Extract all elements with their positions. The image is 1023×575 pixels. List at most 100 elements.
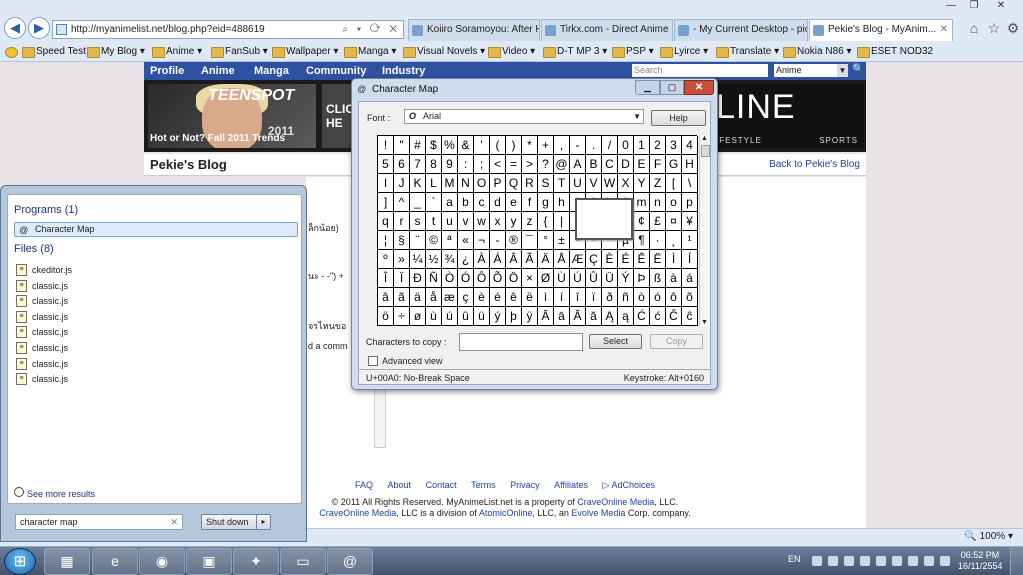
favorites-add-icon[interactable] bbox=[5, 44, 19, 60]
footer-adchoices-link[interactable]: ▷ AdChoices bbox=[603, 480, 655, 490]
fav-speed-test[interactable]: Speed Test bbox=[22, 44, 86, 60]
character-cell[interactable]: á bbox=[682, 269, 698, 288]
tray-app-icon[interactable] bbox=[908, 556, 918, 566]
character-cell[interactable]: / bbox=[602, 136, 618, 155]
character-cell[interactable]: í bbox=[554, 288, 570, 307]
character-cell[interactable]: ¶ bbox=[634, 231, 650, 250]
address-bar-buttons[interactable]: ⌕ ▾ ⟳ ✕ bbox=[343, 21, 400, 38]
help-button[interactable]: Help bbox=[651, 110, 706, 126]
character-cell[interactable]: a bbox=[442, 193, 458, 212]
back-to-blog-link[interactable]: Back to Pekie's Blog bbox=[769, 159, 860, 170]
character-cell[interactable]: È bbox=[602, 250, 618, 269]
character-cell[interactable]: Ú bbox=[570, 269, 586, 288]
character-cell[interactable]: ÿ bbox=[522, 307, 538, 326]
tab-koiiro[interactable]: Koiiro Soramoyou: After H... bbox=[408, 19, 540, 41]
character-cell[interactable]: - bbox=[570, 136, 586, 155]
character-cell[interactable]: W bbox=[602, 174, 618, 193]
craveonline-link[interactable]: CraveOnline Media bbox=[577, 497, 654, 507]
character-cell[interactable]: g bbox=[538, 193, 554, 212]
character-cell[interactable]: â bbox=[378, 288, 394, 307]
character-cell[interactable]: ą bbox=[618, 307, 634, 326]
minimize-button[interactable]: ▁ bbox=[635, 80, 660, 95]
fav-lyirce[interactable]: Lyirce ▾ bbox=[660, 44, 708, 60]
shutdown-button[interactable]: Shut down ▸ bbox=[201, 514, 271, 530]
character-cell[interactable]: 7 bbox=[410, 155, 426, 174]
character-cell[interactable]: ï bbox=[586, 288, 602, 307]
character-cell[interactable]: ö bbox=[378, 307, 394, 326]
character-cell[interactable]: Ã bbox=[522, 250, 538, 269]
character-cell[interactable]: m bbox=[634, 193, 650, 212]
character-cell[interactable]: " bbox=[394, 136, 410, 155]
character-cell[interactable]: 9 bbox=[442, 155, 458, 174]
copy-button[interactable]: Copy bbox=[650, 334, 703, 349]
character-cell[interactable]: $ bbox=[426, 136, 442, 155]
character-cell[interactable]: Ĉ bbox=[666, 307, 682, 326]
character-cell[interactable]: º bbox=[378, 250, 394, 269]
fav-psp[interactable]: PSP ▾ bbox=[612, 44, 654, 60]
character-cell[interactable]: ù bbox=[426, 307, 442, 326]
character-cell[interactable]: ã bbox=[394, 288, 410, 307]
fav-wallpaper[interactable]: Wallpaper ▾ bbox=[272, 44, 338, 60]
tab-pekies-blog[interactable]: Pekie's Blog - MyAnim... ✕ bbox=[809, 19, 953, 41]
character-cell[interactable]: L bbox=[426, 174, 442, 193]
fav-eset-nod32[interactable]: ESET NOD32 bbox=[857, 44, 933, 60]
character-cell[interactable]: õ bbox=[682, 288, 698, 307]
character-cell[interactable]: P bbox=[490, 174, 506, 193]
search-icon[interactable]: 🔍 bbox=[852, 64, 864, 77]
character-cell[interactable]: V bbox=[586, 174, 602, 193]
character-cell[interactable]: ë bbox=[522, 288, 538, 307]
character-cell[interactable]: ? bbox=[538, 155, 554, 174]
maximize-button[interactable]: ▢ bbox=[660, 80, 684, 95]
ad-click-here[interactable]: CLIC HE bbox=[322, 84, 354, 148]
address-bar[interactable]: http://myanimelist.net/blog.php?eid=4886… bbox=[52, 20, 404, 39]
character-cell[interactable]: = bbox=[506, 155, 522, 174]
show-desktop-button[interactable] bbox=[1010, 547, 1023, 575]
nav-community[interactable]: Community bbox=[306, 64, 367, 78]
character-cell[interactable]: , bbox=[554, 136, 570, 155]
character-cell[interactable]: à bbox=[666, 269, 682, 288]
character-cell[interactable]: ¾ bbox=[442, 250, 458, 269]
craveonline-link[interactable]: CraveOnline Media bbox=[319, 508, 396, 518]
character-cell[interactable]: \ bbox=[682, 174, 698, 193]
character-cell[interactable]: · bbox=[650, 231, 666, 250]
character-cell[interactable]: O bbox=[474, 174, 490, 193]
character-cell[interactable]: 2 bbox=[650, 136, 666, 155]
character-cell[interactable]: ª bbox=[442, 231, 458, 250]
character-cell[interactable]: Ă bbox=[570, 307, 586, 326]
character-cell[interactable]: Å bbox=[554, 250, 570, 269]
fav-anime[interactable]: Anime ▾ bbox=[152, 44, 202, 60]
character-cell[interactable]: × bbox=[522, 269, 538, 288]
select-button[interactable]: Select bbox=[589, 334, 642, 349]
character-cell[interactable]: x bbox=[490, 212, 506, 231]
footer-terms-link[interactable]: Terms bbox=[471, 480, 496, 490]
character-cell[interactable]: v bbox=[458, 212, 474, 231]
character-cell[interactable]: ½ bbox=[426, 250, 442, 269]
character-cell[interactable]: Ê bbox=[634, 250, 650, 269]
character-cell[interactable]: ò bbox=[634, 288, 650, 307]
character-cell[interactable]: ¯ bbox=[522, 231, 538, 250]
tray-expand-icon[interactable] bbox=[812, 556, 822, 566]
character-cell[interactable]: § bbox=[394, 231, 410, 250]
tray-app-icon[interactable] bbox=[876, 556, 886, 566]
character-cell[interactable]: Ö bbox=[506, 269, 522, 288]
character-cell[interactable]: ø bbox=[410, 307, 426, 326]
character-cell[interactable]: ć bbox=[650, 307, 666, 326]
fav-fansub[interactable]: FanSub ▾ bbox=[211, 44, 268, 60]
tab-my-current-desktop[interactable]: - My Current Desktop - pic... bbox=[674, 19, 808, 41]
character-cell[interactable]: è bbox=[474, 288, 490, 307]
character-cell[interactable]: ) bbox=[506, 136, 522, 155]
nav-profile[interactable]: Profile bbox=[150, 64, 184, 78]
fav-video[interactable]: Video ▾ bbox=[488, 44, 535, 60]
character-cell[interactable]: « bbox=[458, 231, 474, 250]
character-cell[interactable]: Î bbox=[378, 269, 394, 288]
character-cell[interactable]: 5 bbox=[378, 155, 394, 174]
forward-button[interactable]: ▶ bbox=[28, 17, 50, 39]
character-cell[interactable]: E bbox=[634, 155, 650, 174]
character-cell[interactable]: S bbox=[538, 174, 554, 193]
character-cell[interactable]: ç bbox=[458, 288, 474, 307]
character-cell[interactable]: ] bbox=[378, 193, 394, 212]
start-orb-icon[interactable]: ⊞ bbox=[4, 548, 36, 575]
character-cell[interactable]: - bbox=[490, 231, 506, 250]
character-cell[interactable]: ¹ bbox=[682, 231, 698, 250]
character-cell[interactable]: K bbox=[410, 174, 426, 193]
